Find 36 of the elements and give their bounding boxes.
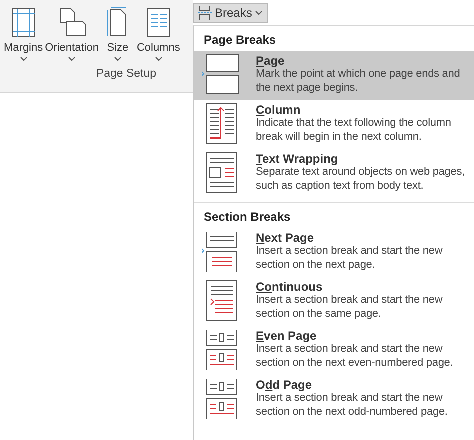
item-description: Insert a section break and start the new section on the same page. <box>256 294 444 321</box>
menu-item[interactable]: Text Wrapping Separate text around objects on web pages, such as caption text from body text. <box>194 149 474 198</box>
item-description: Separate text around objects on web pages, such as caption text from body text. <box>256 166 466 193</box>
menu-item[interactable]: Odd Page Insert a section break and start the new section on the next odd-numbered page. <box>194 375 474 424</box>
group-label: Page Setup <box>95 68 157 80</box>
ribbon-button[interactable]: Size <box>100 4 136 64</box>
menu-item[interactable]: Page Mark the point at which one page ends and the next page begins. <box>194 51 474 100</box>
section-heading: Section Breaks <box>203 209 292 226</box>
item-title: Column <box>256 103 302 117</box>
item-title: Page <box>256 54 286 68</box>
menu-item[interactable]: Next Page Insert a section break and start the new section on the next page. <box>194 228 474 277</box>
item-description: Insert a section break and start the new section on the next even-numbered page. <box>256 343 454 370</box>
page-break-icon <box>202 53 242 97</box>
breaks-button[interactable]: Breaks <box>193 3 268 23</box>
chevron-icon <box>255 10 264 16</box>
item-title: Text Wrapping <box>256 152 340 166</box>
ribbon-button[interactable]: Orientation <box>44 4 100 64</box>
item-title: Next Page <box>256 231 316 245</box>
item-description: Mark the point at which one page ends and the next page begins. <box>256 68 462 95</box>
chevron-icon <box>68 56 76 62</box>
item-title: Odd Page <box>256 378 314 392</box>
item-title: Even Page <box>256 329 318 343</box>
menu-item[interactable]: Continuous Insert a section break and start the new section on the same page. <box>194 277 474 326</box>
chevron-icon <box>114 56 122 62</box>
ribbon-button[interactable]: Columns <box>136 4 182 64</box>
menu-item[interactable]: Even Page Insert a section break and start the new section on the next even-numbered page. <box>194 326 474 375</box>
item-description: Indicate that the text following the column break will begin in the next column. <box>256 117 452 144</box>
item-title: Continuous <box>256 280 324 294</box>
ribbon-button[interactable]: Margins <box>3 4 44 64</box>
chevron-icon <box>154 56 163 62</box>
menu-item[interactable]: Column Indicate that the text following the column break will begin in the next column. <box>194 100 474 149</box>
chevron-icon <box>20 56 28 62</box>
item-description: Insert a section break and start the new section on the next page. <box>256 245 444 272</box>
item-description: Insert a section break and start the new section on the next odd-numbered page. <box>256 392 449 419</box>
breaks-icon <box>198 6 212 20</box>
section-heading: Page Breaks <box>203 32 278 49</box>
